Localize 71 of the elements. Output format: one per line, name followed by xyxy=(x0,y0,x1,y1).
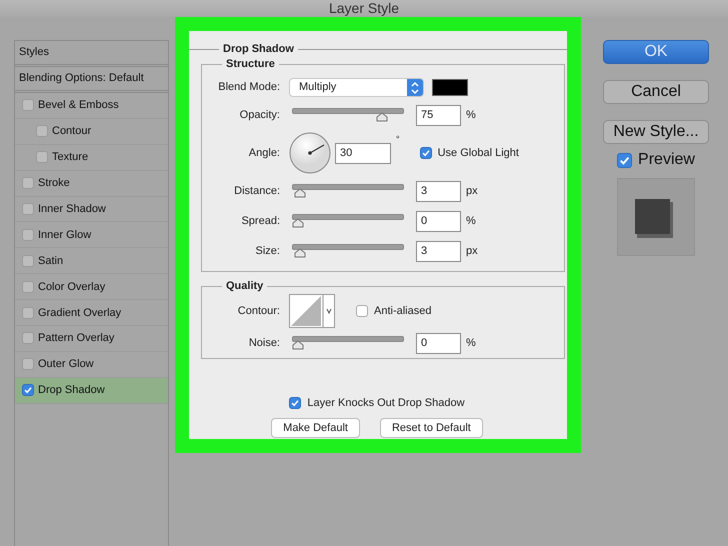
checkbox-label: Preview xyxy=(638,151,695,169)
section-title: Quality xyxy=(225,280,264,292)
list-item[interactable]: Stroke xyxy=(15,170,168,197)
checkbox[interactable] xyxy=(22,99,34,112)
list-item[interactable]: Pattern Overlay xyxy=(15,326,168,352)
list-item[interactable]: Inner Glow xyxy=(15,222,168,248)
slider[interactable] xyxy=(292,108,404,122)
checkbox[interactable] xyxy=(289,397,302,409)
list-item[interactable]: Contour xyxy=(15,118,168,145)
section-title: Drop Shadow xyxy=(222,43,295,55)
dialog-button[interactable]: Cancel xyxy=(603,80,709,104)
unit-label: px xyxy=(466,245,478,257)
unit-label: % xyxy=(466,109,476,121)
field-label: Contour: xyxy=(236,305,280,317)
stepper-icon xyxy=(407,78,423,96)
contour-picker[interactable] xyxy=(289,294,335,328)
checkbox[interactable] xyxy=(22,384,34,396)
number-field[interactable]: 30 xyxy=(335,142,391,164)
checkbox[interactable] xyxy=(22,254,34,267)
list-item[interactable]: Inner Shadow xyxy=(15,196,168,222)
list-item[interactable]: Blending Options: Default xyxy=(15,67,168,93)
checkbox[interactable] xyxy=(22,358,34,370)
checkbox[interactable] xyxy=(36,125,48,138)
number-field[interactable]: 0 xyxy=(416,210,461,232)
angle-dial[interactable] xyxy=(289,132,331,174)
blend-mode-dropdown[interactable]: Multiply xyxy=(289,78,424,96)
list-item[interactable]: Texture xyxy=(15,144,168,171)
number-field[interactable]: 75 xyxy=(416,104,461,126)
list-item[interactable]: Satin xyxy=(15,248,168,274)
list-item[interactable]: Gradient Overlay xyxy=(15,300,168,326)
checkbox[interactable] xyxy=(356,305,368,317)
default-button[interactable]: Make Default xyxy=(271,418,360,438)
unit-label: % xyxy=(466,337,476,349)
checkbox-label: Anti-aliased xyxy=(374,305,432,317)
checkbox[interactable] xyxy=(36,151,48,164)
checkbox[interactable] xyxy=(22,280,34,293)
default-button[interactable]: Reset to Default xyxy=(380,418,483,438)
slider[interactable] xyxy=(292,214,404,228)
checkbox[interactable] xyxy=(22,332,34,344)
checkbox[interactable] xyxy=(22,203,34,215)
field-label: Angle: xyxy=(248,147,280,159)
list-item[interactable]: Drop Shadow xyxy=(15,378,168,404)
list-item[interactable]: Styles xyxy=(15,41,168,67)
checkbox-label: Use Global Light xyxy=(438,147,519,159)
checkbox-label: Layer Knocks Out Drop Shadow xyxy=(307,397,465,409)
checkbox[interactable] xyxy=(22,228,34,241)
number-field[interactable]: 3 xyxy=(416,240,461,262)
dialog-button[interactable]: New Style... xyxy=(603,120,709,144)
unit-label: % xyxy=(466,215,476,227)
field-label: Noise: xyxy=(248,337,280,349)
field-label: Spread: xyxy=(240,215,280,227)
window-title: Layer Style xyxy=(328,0,400,17)
number-field[interactable]: 0 xyxy=(416,332,461,354)
checkbox[interactable] xyxy=(22,177,34,190)
checkbox[interactable] xyxy=(420,147,432,159)
color-swatch[interactable] xyxy=(432,78,468,96)
slider[interactable] xyxy=(292,336,404,350)
list-item[interactable]: Bevel & Emboss xyxy=(15,93,168,119)
field-label: Size: xyxy=(254,245,280,257)
field-label: Opacity: xyxy=(238,109,280,121)
checkbox[interactable] xyxy=(617,152,632,168)
field-label: Distance: xyxy=(233,185,280,197)
slider[interactable] xyxy=(292,244,404,258)
unit-label: ° xyxy=(396,134,400,144)
unit-label: px xyxy=(466,185,478,197)
number-field[interactable]: 3 xyxy=(416,180,461,202)
list-item[interactable]: Color Overlay xyxy=(15,274,168,300)
checkbox[interactable] xyxy=(22,306,34,319)
field-label: Blend Mode: xyxy=(217,81,280,93)
slider[interactable] xyxy=(292,184,404,198)
section-title: Structure xyxy=(225,58,276,70)
